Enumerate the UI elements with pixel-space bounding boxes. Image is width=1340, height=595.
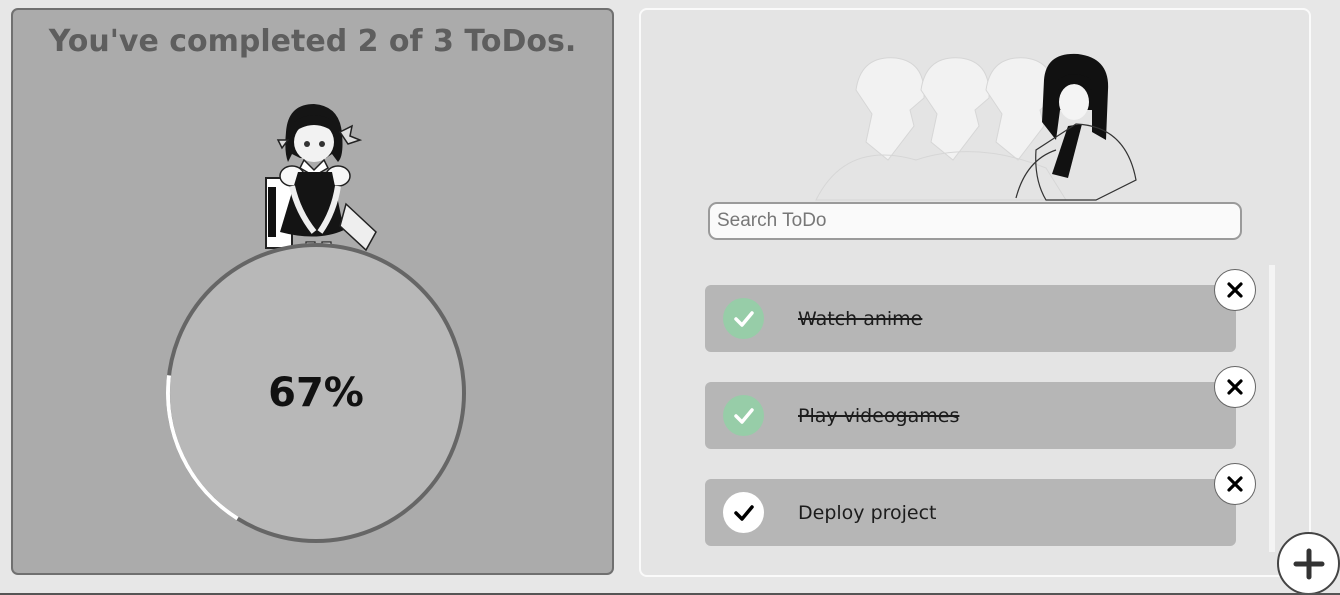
todo-item[interactable]: Play videogames [705, 366, 1256, 449]
delete-todo-button[interactable] [1214, 463, 1256, 505]
todo-item[interactable]: Deploy project [705, 463, 1256, 546]
progress-percent: 67% [268, 370, 364, 416]
delete-todo-button[interactable] [1214, 269, 1256, 311]
progress-title: You've completed 2 of 3 ToDos. [48, 24, 577, 59]
close-icon [1227, 476, 1243, 492]
todo-label: Deploy project [798, 501, 937, 524]
search-input[interactable] [708, 202, 1242, 240]
todo-checkbox[interactable] [723, 395, 764, 436]
todo-label: Play videogames [798, 404, 960, 427]
scrollbar[interactable] [1269, 265, 1275, 552]
plus-icon [1293, 548, 1324, 579]
add-todo-button[interactable] [1277, 532, 1340, 595]
close-icon [1227, 379, 1243, 395]
progress-panel: You've completed 2 of 3 ToDos. 67% [11, 8, 614, 575]
close-icon [1227, 282, 1243, 298]
todo-checkbox[interactable] [723, 492, 764, 533]
todo-item[interactable]: Watch anime [705, 269, 1256, 352]
todo-panel: Watch anime Play videogames Deploy project [639, 8, 1311, 577]
check-icon [733, 310, 754, 327]
todo-label: Watch anime [798, 307, 923, 330]
delete-todo-button[interactable] [1214, 366, 1256, 408]
check-icon [733, 504, 754, 521]
todo-checkbox[interactable] [723, 298, 764, 339]
check-icon [733, 407, 754, 424]
header-illustration [815, 53, 1137, 201]
